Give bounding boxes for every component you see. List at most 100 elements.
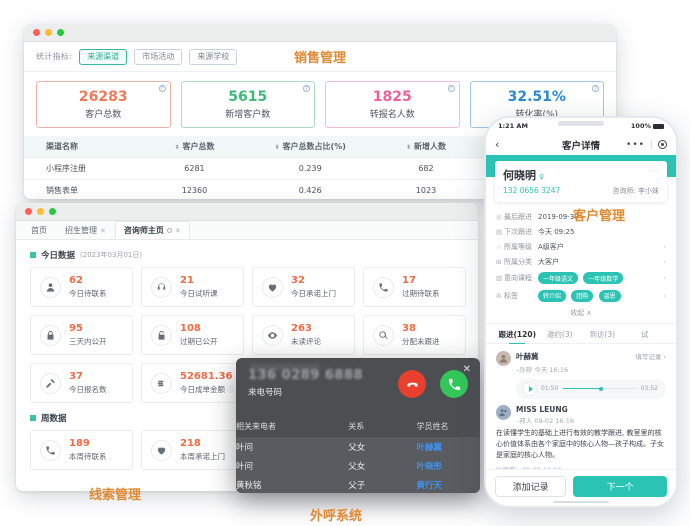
fill-record-link[interactable]: 填写记录 › <box>635 351 666 374</box>
stat-label: 今日成单金额 ⓘ <box>180 385 234 394</box>
tab-followup[interactable]: 跟进(120) <box>496 329 539 340</box>
more-icon[interactable]: ··· <box>648 167 659 176</box>
info-icon[interactable]: ? <box>447 85 455 92</box>
answer-button[interactable] <box>440 370 468 398</box>
chip-source-channel[interactable]: 来源渠道 <box>79 48 128 65</box>
stat-card[interactable]: 108 过期已公开 <box>141 315 244 355</box>
sort-icon[interactable]: ⬍ <box>406 144 411 151</box>
tab-enrollment[interactable]: 招生管理 ✕ <box>56 221 115 239</box>
chevron-right-icon[interactable]: › <box>663 274 666 282</box>
related-callers-table: 相关来电者 关系 学员姓名 叶问 父女 叶赫冀 叶问 父女 叶晓彤 黄秋铭 父子… <box>236 416 480 493</box>
customer-name-card[interactable]: ··· 何晓明 ♀ 132 0656 3247 咨询师: 李小妹 <box>495 161 667 202</box>
stat-card[interactable]: 37 今日报名数 <box>30 363 133 403</box>
play-icon[interactable] <box>524 382 536 395</box>
audio-progress-bar[interactable] <box>563 386 636 391</box>
close-window-button[interactable] <box>25 208 32 215</box>
maximize-window-button[interactable] <box>49 208 56 215</box>
person-icon <box>40 276 61 298</box>
info-icon[interactable]: ? <box>592 85 599 92</box>
info-icon[interactable]: ? <box>303 85 310 92</box>
stat-card[interactable]: 17 过期待联系 <box>363 267 466 307</box>
detail-row-level[interactable]: ☆ 所属等级 A级客户 › <box>496 239 666 254</box>
tab-trial[interactable]: 试 <box>624 329 667 340</box>
sort-icon[interactable]: ⬍ <box>275 144 280 151</box>
more-icon[interactable]: ••• <box>626 140 645 150</box>
stat-value: 108 <box>180 323 201 334</box>
stat-card[interactable]: 95 三天内公开 <box>30 315 133 355</box>
detail-row-tags[interactable]: ✇ 标签 转介绍 团购 温恩 › <box>496 287 666 304</box>
star-icon: ☆ <box>496 242 502 251</box>
minimize-window-button[interactable] <box>45 29 52 36</box>
next-button[interactable]: 下一个 <box>573 476 667 497</box>
customer-phone[interactable]: 132 0656 3247 <box>503 186 560 196</box>
th-channel-name[interactable]: 渠道名称 <box>24 136 153 158</box>
detail-value: A级客户 <box>538 242 564 251</box>
refresh-icon[interactable] <box>166 228 172 233</box>
close-icon[interactable]: ✕ <box>100 227 106 235</box>
stat-label: 三天内公开 <box>69 337 107 346</box>
tab-home[interactable]: 首页 <box>22 221 56 239</box>
th-new-count[interactable]: ⬍ 新增人数 <box>384 136 468 158</box>
cell-total: 12360 <box>152 179 237 199</box>
cell-student[interactable]: 黄行天 <box>417 475 480 493</box>
stat-card[interactable]: 52681.36 今日成单金额 ⓘ <box>141 363 244 403</box>
hangup-button[interactable] <box>398 370 426 398</box>
chevron-right-icon[interactable]: › <box>663 258 666 266</box>
stat-card[interactable]: 38 分配未跟进 <box>363 315 466 355</box>
search-icon <box>373 324 394 346</box>
tab-advisor-home[interactable]: 咨询师主页 ✕ <box>114 221 190 239</box>
cell-student[interactable]: 叶晓彤 <box>417 456 480 475</box>
detail-row-courses[interactable]: ▥ 意向课程 一年级语文 一年级数学 › <box>496 270 666 287</box>
stat-card[interactable]: 21 今日试听课 <box>141 267 244 307</box>
call-table-row[interactable]: 黄秋铭 父子 黄行天 <box>236 475 480 493</box>
th-relation: 关系 <box>348 422 365 431</box>
chevron-right-icon[interactable]: › <box>663 243 666 251</box>
comment-meta: –邦人 09-02 16:16 <box>516 417 575 426</box>
th-total-ratio[interactable]: ⬍ 客户总数占比(%) <box>236 136 385 158</box>
kpi-value: 1825 <box>372 88 412 105</box>
close-window-button[interactable] <box>33 29 40 36</box>
close-icon[interactable]: ✕ <box>175 227 181 235</box>
notch <box>558 121 604 126</box>
stat-value: 21 <box>180 275 194 286</box>
stat-card[interactable]: 32 今日承诺上门 <box>252 267 355 307</box>
stat-value: 17 <box>402 275 416 286</box>
target-icon[interactable] <box>658 140 667 149</box>
stat-card[interactable]: 218 本周承诺上门 <box>141 430 244 470</box>
course-tags: 一年级语文 一年级数学 <box>538 272 626 285</box>
call-table-row[interactable]: 叶问 父女 叶晓彤 <box>236 456 480 475</box>
stat-value: 218 <box>180 438 201 449</box>
call-table-header: 相关来电者 关系 学员姓名 <box>236 416 480 437</box>
maximize-window-button[interactable] <box>57 29 64 36</box>
info-icon[interactable]: ⓘ <box>227 387 233 394</box>
chevron-right-icon[interactable]: › <box>663 292 666 300</box>
stat-card[interactable]: 189 本周待联系 <box>30 430 133 470</box>
money-icon <box>151 372 172 394</box>
detail-row-category[interactable]: ⊞ 所属分类 大客户 › <box>496 255 666 270</box>
collapse-toggle[interactable]: 收起 ∧ <box>496 304 666 323</box>
kpi-converted-enrollments[interactable]: ? 1825 转报名人数 <box>325 81 460 128</box>
chip-source-school[interactable]: 来源学校 <box>189 48 238 65</box>
mobile-phone-mockup: 1:21 AM 100% ‹ 客户详情 ••• | ··· 何晓明 ♀ 132 … <box>484 116 678 508</box>
audio-player[interactable]: 01:50 03:52 <box>516 378 666 399</box>
tab-visit[interactable]: 到访(3) <box>581 329 624 340</box>
stat-card[interactable]: 62 今日待联系 <box>30 267 133 307</box>
minimize-window-button[interactable] <box>37 208 44 215</box>
tab-invite[interactable]: 邀约(3) <box>539 329 582 340</box>
kpi-total-customers[interactable]: ? 26283 客户总数 <box>36 81 171 128</box>
call-table-row[interactable]: 叶问 父女 叶赫冀 <box>236 437 480 456</box>
kpi-new-customers[interactable]: ? 5615 新增客户数 <box>180 81 315 128</box>
sort-icon[interactable]: ⬍ <box>174 144 179 151</box>
chip-market-activity[interactable]: 市场活动 <box>134 48 183 65</box>
stat-value: 32 <box>291 275 305 286</box>
add-record-button[interactable]: 添加记录 <box>495 476 567 497</box>
stat-value: 62 <box>69 275 83 286</box>
info-icon[interactable]: ? <box>158 85 166 92</box>
cell-relation: 父子 <box>348 480 366 491</box>
stat-card[interactable]: 263 未读评论 <box>252 315 355 355</box>
stat-value: 189 <box>69 438 90 449</box>
cell-student[interactable]: 叶赫冀 <box>417 437 480 456</box>
advisor-label: 咨询师: 李小妹 <box>612 187 659 195</box>
th-total-customers[interactable]: ⬍ 客户总数 <box>152 136 237 158</box>
cell-total-ratio: 0.426 <box>236 179 385 199</box>
